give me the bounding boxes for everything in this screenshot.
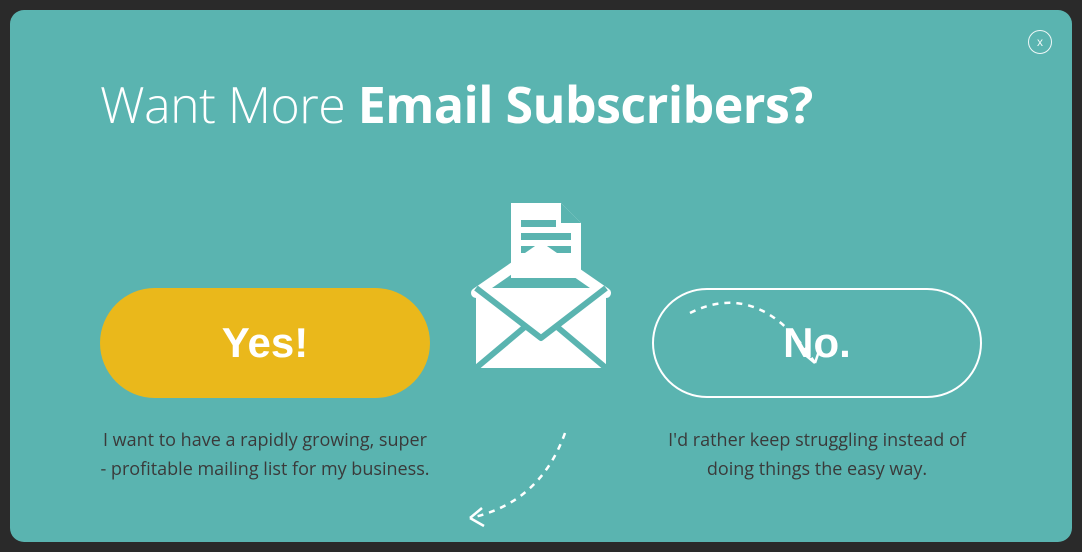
arrow-left-icon <box>450 423 580 543</box>
no-caption: I'd rather keep struggling instead of do… <box>652 426 982 484</box>
yes-button[interactable]: Yes! <box>100 288 430 398</box>
modal-heading: Want More Email Subscribers? <box>100 70 982 138</box>
close-icon: x <box>1037 36 1043 48</box>
options-row: Yes! I want to have a rapidly growing, s… <box>100 198 982 484</box>
no-button[interactable]: No. <box>652 288 982 398</box>
yes-option: Yes! I want to have a rapidly growing, s… <box>100 198 430 484</box>
close-button[interactable]: x <box>1028 30 1052 54</box>
heading-bold: Email Subscribers? <box>358 70 813 138</box>
yes-button-label: Yes! <box>222 319 308 367</box>
no-option: No. I'd rather keep struggling instead o… <box>652 198 982 484</box>
heading-light: Want More <box>100 70 358 138</box>
yes-caption: I want to have a rapidly growing, super … <box>100 426 430 484</box>
envelope-graphic <box>450 198 632 378</box>
no-button-label: No. <box>783 319 851 367</box>
subscribe-modal: x Want More Email Subscribers? Yes! I wa… <box>10 10 1072 542</box>
envelope-icon <box>451 198 631 378</box>
